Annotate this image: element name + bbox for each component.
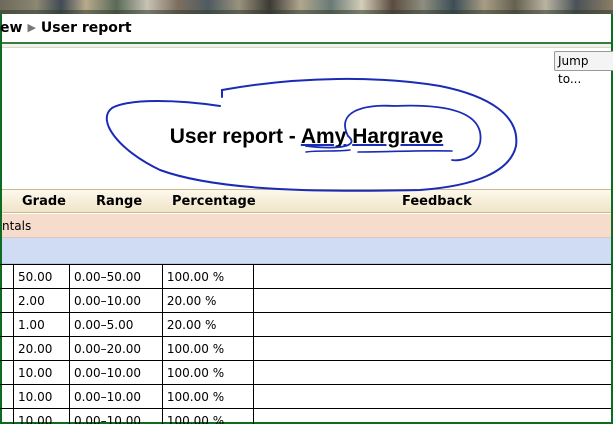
feedback-cell [252,264,611,289]
breadcrumb: ew ▶ User report [0,14,611,44]
feedback-cell [252,288,611,313]
feedback-cell [252,384,611,409]
grade-table-header: Grade Range Percentage Feedback [2,189,611,213]
grade-cell: 10.00 [12,384,70,409]
grade-cell: 2.00 [12,288,70,313]
row-marker-cell [0,360,14,385]
grade-cell: 10.00 [12,360,70,385]
column-header-range: Range [96,194,143,209]
range-cell: 0.00–50.00 [68,264,163,289]
percentage-cell: 20.00 % [161,288,254,313]
column-header-grade: Grade [22,194,66,209]
grade-cell: 10.00 [12,408,70,424]
breadcrumb-separator-icon: ▶ [27,21,36,34]
percentage-cell: 100.00 % [161,264,254,289]
row-marker-cell [0,288,14,313]
grade-table: 50.00 0.00–50.00 100.00 % 2.00 0.00–10.00 20.… [0,264,611,424]
grade-cell: 50.00 [12,264,70,289]
row-marker-cell [0,384,14,409]
table-row: 50.00 0.00–50.00 100.00 % [0,264,611,289]
percentage-cell: 100.00 % [161,384,254,409]
feedback-cell [252,336,611,361]
table-row: 2.00 0.00–10.00 20.00 % [0,288,611,313]
user-first-name: Amy [300,125,347,148]
range-cell: 0.00–10.00 [68,360,163,385]
range-cell: 0.00–5.00 [68,312,163,337]
percentage-cell: 100.00 % [161,336,254,361]
feedback-cell [252,360,611,385]
row-marker-cell [0,264,14,289]
nav-band [2,44,611,48]
table-row: 1.00 0.00–5.00 20.00 % [0,312,611,337]
grade-cell: 1.00 [12,312,70,337]
range-cell: 0.00–20.00 [68,336,163,361]
range-cell: 0.00–10.00 [68,408,163,424]
category-row: ntals [2,214,611,238]
table-row: 10.00 0.00–10.00 100.00 % [0,360,611,385]
range-cell: 0.00–10.00 [68,288,163,313]
percentage-cell: 20.00 % [161,312,254,337]
percentage-cell: 100.00 % [161,408,254,424]
percentage-cell: 100.00 % [161,360,254,385]
range-cell: 0.00–10.00 [68,384,163,409]
user-last-name: Hargrave [352,125,444,148]
feedback-cell [252,408,611,424]
grade-cell: 20.00 [12,336,70,361]
feedback-cell [252,312,611,337]
category-label: ntals [2,219,32,233]
page-title: User report - Amy Hargrave [0,125,613,149]
row-marker-cell [0,408,14,424]
column-header-percentage: Percentage [172,194,256,209]
row-marker-cell [0,336,14,361]
breadcrumb-current: User report [40,20,132,36]
category-subheader-row [2,238,611,264]
table-row: 10.00 0.00–10.00 100.00 % [0,408,611,424]
column-header-feedback: Feedback [402,194,472,209]
title-prefix: User report - [169,125,301,148]
breadcrumb-previous-link[interactable]: ew [0,20,22,36]
row-marker-cell [0,312,14,337]
jump-to-select[interactable]: Jump to... [554,51,613,86]
table-row: 10.00 0.00–10.00 100.00 % [0,384,611,409]
table-row: 20.00 0.00–20.00 100.00 % [0,336,611,361]
